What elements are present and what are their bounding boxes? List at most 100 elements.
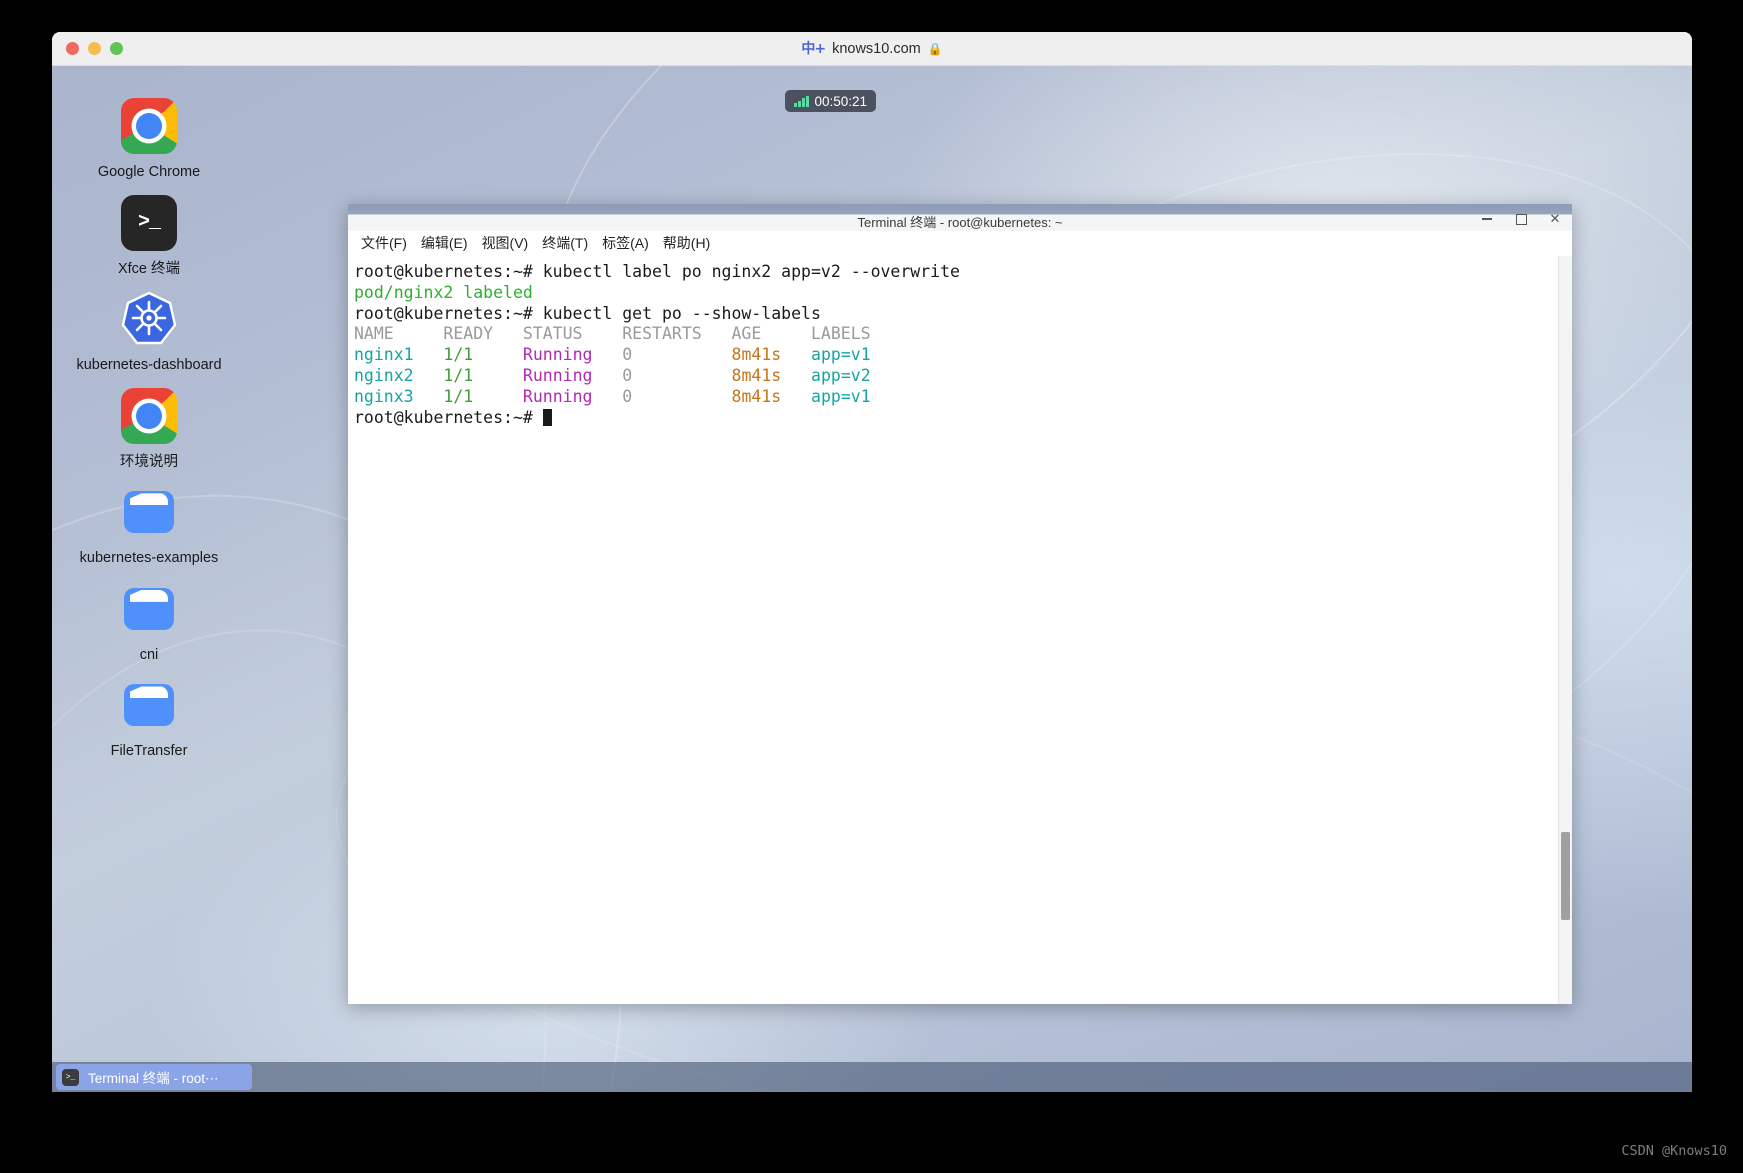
taskbar-item-terminal[interactable]: >_ Terminal 终端 - root⋯ — [56, 1064, 252, 1090]
terminal-menu-1[interactable]: 文件(F) — [354, 231, 414, 255]
chrome-icon — [121, 387, 177, 444]
terminal-text: root@kubernetes:~# — [354, 303, 543, 323]
desktop-icon-list: Google Chrome >_ Xfce 终端 kubernetes-dashboa… — [74, 98, 224, 774]
desktop-icon-label: cni — [139, 646, 159, 663]
terminal-text: NAME READY STATUS RESTARTS AGE LABELS — [354, 324, 871, 344]
terminal-output: root@kubernetes:~# kubectl label po ngin… — [348, 256, 1572, 428]
terminal-maximize-icon[interactable] — [1514, 211, 1528, 227]
terminal-text: kubectl label po nginx2 app=v2 --overwri… — [542, 262, 960, 281]
terminal-text: nginx3 — [354, 386, 414, 406]
terminal-menubar: 文件(F) 编辑(E) 视图(V) 终端(T) 标签(A) 帮助(H) — [348, 231, 1572, 256]
terminal-line: nginx2 1/1 Running 0 8m41s app=v2 — [354, 366, 1572, 387]
ime-indicator-icon: 中+ — [801, 41, 826, 57]
terminal-text: app=v1 — [811, 345, 871, 365]
folder-icon — [121, 484, 177, 540]
terminal-scrollbar-thumb[interactable] — [1561, 831, 1570, 920]
terminal-line: nginx1 1/1 Running 0 8m41s app=v1 — [354, 345, 1572, 366]
folder-icon — [121, 677, 177, 733]
terminal-body[interactable]: root@kubernetes:~# kubectl label po ngin… — [348, 256, 1572, 1004]
folder-icon — [121, 581, 177, 637]
maximize-window-button[interactable] — [110, 42, 123, 55]
desktop-icon-5[interactable]: kubernetes-examples — [74, 484, 224, 569]
desktop-icon-3[interactable]: kubernetes-dashboard — [74, 291, 224, 376]
terminal-text: 0 — [622, 365, 633, 385]
session-timer-text: 00:50:21 — [814, 93, 868, 109]
desktop-icon-4[interactable]: 环境说明 — [74, 387, 224, 473]
screen-root: 中+ knows10.com 🔒 Google Chrome >_ Xfce 终端 k… — [0, 0, 1743, 1173]
terminal-window: Terminal 终端 - root@kubernetes: ~ ✕ 文件(F)… — [348, 204, 1572, 1004]
browser-window: 中+ knows10.com 🔒 Google Chrome >_ Xfce 终端 k… — [52, 32, 1692, 1092]
terminal-icon: >_ — [62, 1068, 79, 1086]
terminal-title: Terminal 终端 - root@kubernetes: ~ — [857, 214, 1063, 230]
session-timer-badge: 00:50:21 — [785, 90, 877, 112]
terminal-scrollbar[interactable] — [1558, 256, 1572, 1004]
terminal-text: 1/1 — [443, 365, 474, 385]
terminal-menu-6[interactable]: 帮助(H) — [656, 231, 717, 255]
terminal-text: 0 — [622, 386, 633, 406]
terminal-text: 8m41s — [731, 365, 782, 385]
desktop-icon-2[interactable]: >_ Xfce 终端 — [74, 194, 224, 280]
desktop-icon-1[interactable]: Google Chrome — [74, 98, 224, 183]
terminal-text: pod/nginx2 labeled — [354, 282, 533, 302]
terminal-window-controls: ✕ — [1480, 211, 1562, 227]
terminal-line: root@kubernetes:~# kubectl label po ngin… — [354, 262, 1572, 283]
desktop-icon-label: FileTransfer — [110, 743, 188, 760]
desktop-icon-6[interactable]: cni — [74, 581, 224, 666]
minimize-window-button[interactable] — [88, 42, 101, 55]
kubernetes-icon — [121, 291, 177, 347]
desktop-icon-label: kubernetes-examples — [79, 550, 219, 567]
terminal-menu-3[interactable]: 视图(V) — [475, 231, 536, 255]
terminal-text: root@kubernetes:~# — [354, 262, 543, 281]
terminal-text: nginx1 — [354, 345, 414, 365]
terminal-text: Running — [522, 365, 593, 385]
terminal-text: root@kubernetes:~# — [354, 407, 543, 427]
terminal-line: pod/nginx2 labeled — [354, 283, 1572, 304]
terminal-text: 0 — [622, 345, 633, 365]
taskbar-item-label: Terminal 终端 - root⋯ — [88, 1071, 219, 1086]
terminal-line: NAME READY STATUS RESTARTS AGE LABELS — [354, 324, 1572, 345]
close-window-button[interactable] — [66, 42, 79, 55]
terminal-text: nginx2 — [354, 365, 414, 385]
terminal-line: root@kubernetes:~# kubectl get po --show… — [354, 304, 1572, 325]
terminal-menu-4[interactable]: 终端(T) — [535, 231, 595, 255]
terminal-titlebar[interactable]: Terminal 终端 - root@kubernetes: ~ ✕ — [348, 204, 1572, 231]
desktop-icon-label: 环境说明 — [120, 453, 178, 470]
watermark: CSDN @Knows10 — [1621, 1143, 1727, 1159]
desktop-icon-label: kubernetes-dashboard — [76, 357, 222, 374]
desktop-icon-7[interactable]: FileTransfer — [74, 677, 224, 762]
terminal-text: kubectl get po --show-labels — [542, 303, 821, 323]
chrome-icon — [121, 98, 177, 154]
taskbar: >_ Terminal 终端 - root⋯ — [52, 1062, 1692, 1092]
terminal-text: 8m41s — [731, 345, 782, 365]
browser-url-bar[interactable]: 中+ knows10.com 🔒 — [52, 32, 1692, 66]
lock-icon: 🔒 — [927, 42, 943, 56]
terminal-text: Running — [522, 386, 593, 406]
terminal-menu-5[interactable]: 标签(A) — [595, 231, 656, 255]
traffic-lights — [66, 42, 123, 55]
terminal-close-icon[interactable]: ✕ — [1548, 211, 1562, 227]
terminal-text: Running — [522, 345, 593, 365]
terminal-line: nginx3 1/1 Running 0 8m41s app=v1 — [354, 387, 1572, 408]
terminal-text: app=v1 — [811, 386, 871, 406]
signal-bars-icon — [794, 95, 809, 107]
desktop-icon-label: Google Chrome — [97, 164, 201, 180]
terminal-cursor — [542, 408, 552, 426]
terminal-minimize-icon[interactable] — [1480, 211, 1494, 227]
terminal-menu-2[interactable]: 编辑(E) — [414, 231, 475, 255]
url-text: knows10.com — [832, 41, 921, 57]
